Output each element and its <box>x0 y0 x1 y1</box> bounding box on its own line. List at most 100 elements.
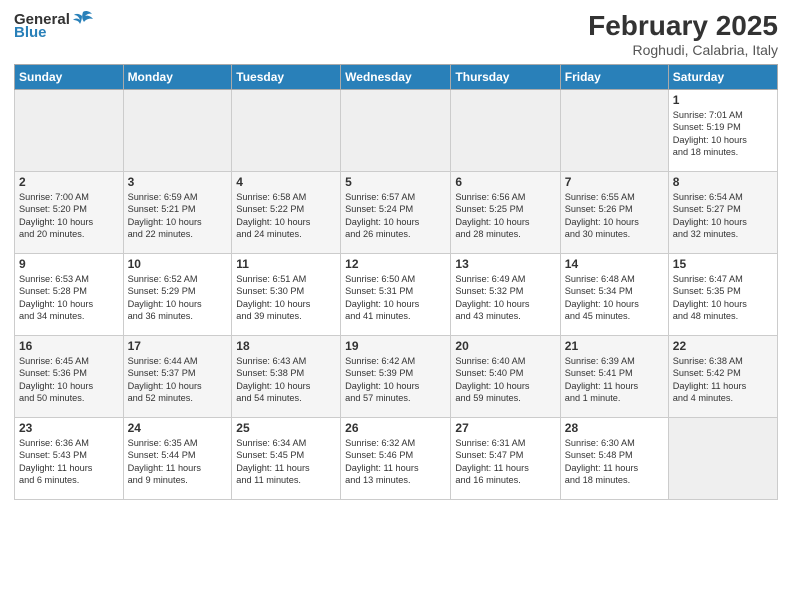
day-number: 22 <box>673 339 773 353</box>
logo-bird-icon <box>72 10 94 28</box>
day-info: Sunrise: 6:40 AM Sunset: 5:40 PM Dayligh… <box>455 355 555 405</box>
day-info: Sunrise: 6:45 AM Sunset: 5:36 PM Dayligh… <box>19 355 119 405</box>
day-number: 2 <box>19 175 119 189</box>
day-info: Sunrise: 7:00 AM Sunset: 5:20 PM Dayligh… <box>19 191 119 241</box>
table-row: 22 Sunrise: 6:38 AM Sunset: 5:42 PM Dayli… <box>668 336 777 418</box>
day-number: 10 <box>128 257 228 271</box>
table-row: 23 Sunrise: 6:36 AM Sunset: 5:43 PM Dayli… <box>15 418 124 500</box>
day-number: 25 <box>236 421 336 435</box>
table-row: 13 Sunrise: 6:49 AM Sunset: 5:32 PM Dayli… <box>451 254 560 336</box>
location: Roghudi, Calabria, Italy <box>588 42 778 58</box>
col-tuesday: Tuesday <box>232 65 341 90</box>
day-number: 17 <box>128 339 228 353</box>
col-saturday: Saturday <box>668 65 777 90</box>
day-info: Sunrise: 6:53 AM Sunset: 5:28 PM Dayligh… <box>19 273 119 323</box>
day-info: Sunrise: 6:30 AM Sunset: 5:48 PM Dayligh… <box>565 437 664 487</box>
day-number: 3 <box>128 175 228 189</box>
month-title: February 2025 <box>588 10 778 42</box>
table-row <box>232 90 341 172</box>
day-info: Sunrise: 6:55 AM Sunset: 5:26 PM Dayligh… <box>565 191 664 241</box>
day-info: Sunrise: 6:56 AM Sunset: 5:25 PM Dayligh… <box>455 191 555 241</box>
day-info: Sunrise: 6:58 AM Sunset: 5:22 PM Dayligh… <box>236 191 336 241</box>
table-row: 18Sunrise: 6:43 AM Sunset: 5:38 PM Dayli… <box>232 336 341 418</box>
day-number: 4 <box>236 175 336 189</box>
day-info: Sunrise: 6:43 AM Sunset: 5:38 PM Dayligh… <box>236 355 336 405</box>
table-row: 8Sunrise: 6:54 AM Sunset: 5:27 PM Daylig… <box>668 172 777 254</box>
day-number: 24 <box>128 421 228 435</box>
col-wednesday: Wednesday <box>341 65 451 90</box>
table-row <box>451 90 560 172</box>
day-number: 9 <box>19 257 119 271</box>
table-row: 4 Sunrise: 6:58 AM Sunset: 5:22 PM Daylig… <box>232 172 341 254</box>
day-info: Sunrise: 6:57 AM Sunset: 5:24 PM Dayligh… <box>345 191 446 241</box>
table-row: 7 Sunrise: 6:55 AM Sunset: 5:26 PM Daylig… <box>560 172 668 254</box>
col-sunday: Sunday <box>15 65 124 90</box>
table-row: 11 Sunrise: 6:51 AM Sunset: 5:30 PM Dayli… <box>232 254 341 336</box>
day-number: 8 <box>673 175 773 189</box>
table-row <box>668 418 777 500</box>
day-info: Sunrise: 6:35 AM Sunset: 5:44 PM Dayligh… <box>128 437 228 487</box>
day-info: Sunrise: 6:49 AM Sunset: 5:32 PM Dayligh… <box>455 273 555 323</box>
day-info: Sunrise: 6:36 AM Sunset: 5:43 PM Dayligh… <box>19 437 119 487</box>
day-info: Sunrise: 6:32 AM Sunset: 5:46 PM Dayligh… <box>345 437 446 487</box>
day-info: Sunrise: 6:48 AM Sunset: 5:34 PM Dayligh… <box>565 273 664 323</box>
day-info: Sunrise: 6:42 AM Sunset: 5:39 PM Dayligh… <box>345 355 446 405</box>
day-number: 19 <box>345 339 446 353</box>
day-info: Sunrise: 6:52 AM Sunset: 5:29 PM Dayligh… <box>128 273 228 323</box>
day-number: 14 <box>565 257 664 271</box>
calendar-week-row: 2 Sunrise: 7:00 AM Sunset: 5:20 PM Daylig… <box>15 172 778 254</box>
calendar-table: Sunday Monday Tuesday Wednesday Thursday… <box>14 64 778 500</box>
table-row: 26 Sunrise: 6:32 AM Sunset: 5:46 PM Dayli… <box>341 418 451 500</box>
table-row <box>341 90 451 172</box>
col-monday: Monday <box>123 65 232 90</box>
day-info: Sunrise: 6:47 AM Sunset: 5:35 PM Dayligh… <box>673 273 773 323</box>
day-number: 23 <box>19 421 119 435</box>
day-number: 13 <box>455 257 555 271</box>
calendar-week-row: 1 Sunrise: 7:01 AM Sunset: 5:19 PM Daylig… <box>15 90 778 172</box>
logo: General Blue <box>14 10 94 41</box>
col-friday: Friday <box>560 65 668 90</box>
table-row: 20 Sunrise: 6:40 AM Sunset: 5:40 PM Dayli… <box>451 336 560 418</box>
table-row: 2 Sunrise: 7:00 AM Sunset: 5:20 PM Daylig… <box>15 172 124 254</box>
table-row: 25 Sunrise: 6:34 AM Sunset: 5:45 PM Dayli… <box>232 418 341 500</box>
calendar-week-row: 16 Sunrise: 6:45 AM Sunset: 5:36 PM Dayli… <box>15 336 778 418</box>
table-row: 3 Sunrise: 6:59 AM Sunset: 5:21 PM Daylig… <box>123 172 232 254</box>
day-number: 20 <box>455 339 555 353</box>
table-row: 10 Sunrise: 6:52 AM Sunset: 5:29 PM Dayli… <box>123 254 232 336</box>
table-row: 12Sunrise: 6:50 AM Sunset: 5:31 PM Dayli… <box>341 254 451 336</box>
table-row: 17 Sunrise: 6:44 AM Sunset: 5:37 PM Dayli… <box>123 336 232 418</box>
day-info: Sunrise: 6:39 AM Sunset: 5:41 PM Dayligh… <box>565 355 664 405</box>
table-row: 5 Sunrise: 6:57 AM Sunset: 5:24 PM Daylig… <box>341 172 451 254</box>
day-number: 16 <box>19 339 119 353</box>
day-number: 1 <box>673 93 773 107</box>
day-number: 5 <box>345 175 446 189</box>
table-row: 16 Sunrise: 6:45 AM Sunset: 5:36 PM Dayli… <box>15 336 124 418</box>
calendar-week-row: 23 Sunrise: 6:36 AM Sunset: 5:43 PM Dayli… <box>15 418 778 500</box>
day-number: 6 <box>455 175 555 189</box>
logo-blue: Blue <box>14 24 47 41</box>
day-number: 26 <box>345 421 446 435</box>
day-info: Sunrise: 7:01 AM Sunset: 5:19 PM Dayligh… <box>673 109 773 159</box>
day-info: Sunrise: 6:38 AM Sunset: 5:42 PM Dayligh… <box>673 355 773 405</box>
day-number: 27 <box>455 421 555 435</box>
day-info: Sunrise: 6:34 AM Sunset: 5:45 PM Dayligh… <box>236 437 336 487</box>
table-row: 27Sunrise: 6:31 AM Sunset: 5:47 PM Dayli… <box>451 418 560 500</box>
table-row: 1 Sunrise: 7:01 AM Sunset: 5:19 PM Daylig… <box>668 90 777 172</box>
day-info: Sunrise: 6:51 AM Sunset: 5:30 PM Dayligh… <box>236 273 336 323</box>
calendar-week-row: 9 Sunrise: 6:53 AM Sunset: 5:28 PM Daylig… <box>15 254 778 336</box>
table-row <box>123 90 232 172</box>
day-info: Sunrise: 6:50 AM Sunset: 5:31 PM Dayligh… <box>345 273 446 323</box>
table-row: 28Sunrise: 6:30 AM Sunset: 5:48 PM Dayli… <box>560 418 668 500</box>
title-block: February 2025 Roghudi, Calabria, Italy <box>588 10 778 58</box>
table-row <box>560 90 668 172</box>
table-row: 14 Sunrise: 6:48 AM Sunset: 5:34 PM Dayli… <box>560 254 668 336</box>
day-number: 21 <box>565 339 664 353</box>
table-row: 6 Sunrise: 6:56 AM Sunset: 5:25 PM Daylig… <box>451 172 560 254</box>
table-row: 19 Sunrise: 6:42 AM Sunset: 5:39 PM Dayli… <box>341 336 451 418</box>
col-thursday: Thursday <box>451 65 560 90</box>
day-number: 11 <box>236 257 336 271</box>
day-number: 7 <box>565 175 664 189</box>
day-info: Sunrise: 6:59 AM Sunset: 5:21 PM Dayligh… <box>128 191 228 241</box>
day-info: Sunrise: 6:44 AM Sunset: 5:37 PM Dayligh… <box>128 355 228 405</box>
header: General Blue February 2025 Roghudi, Cala… <box>14 10 778 58</box>
